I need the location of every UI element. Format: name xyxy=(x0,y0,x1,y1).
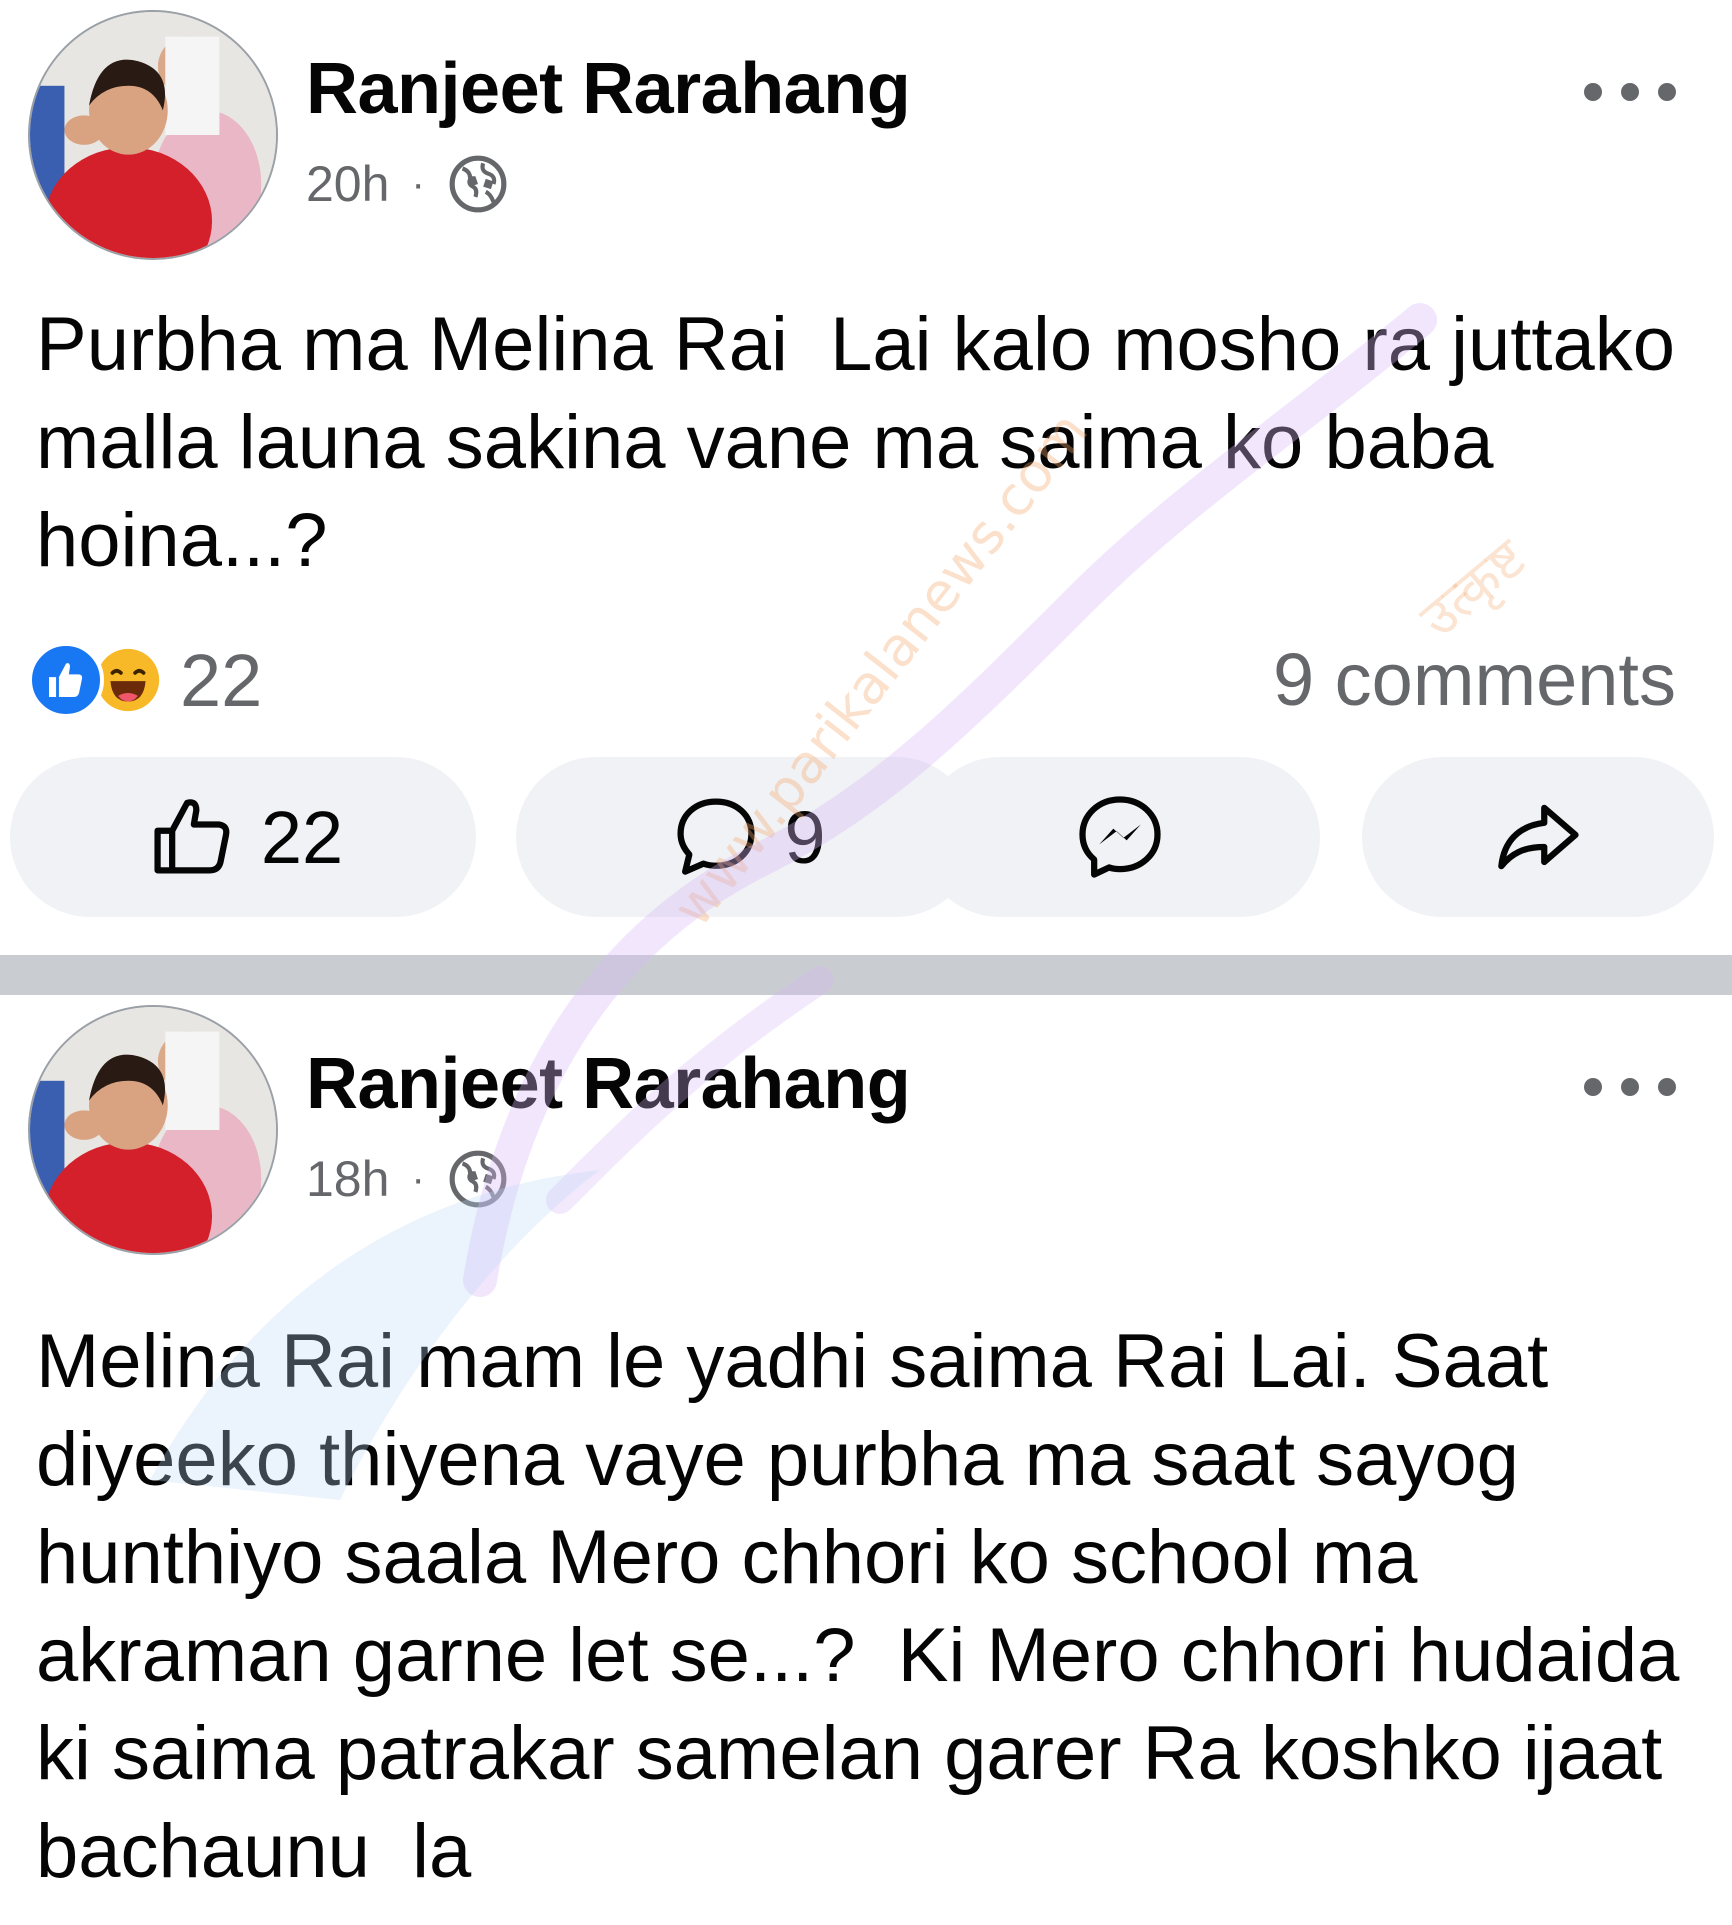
avatar-photo xyxy=(30,1007,276,1253)
thumbs-up-icon xyxy=(154,799,230,874)
avatar-photo xyxy=(30,12,276,258)
post-meta: 20h · xyxy=(306,152,509,216)
author-avatar[interactable] xyxy=(28,1005,278,1255)
like-button-count: 22 xyxy=(260,795,344,879)
messenger-icon xyxy=(1079,796,1161,878)
author-avatar[interactable] xyxy=(28,10,278,260)
post-card: Ranjeet Rarahang 20h · Purbha ma Melina … xyxy=(0,0,1732,955)
comments-count-link[interactable]: 9 comments xyxy=(1273,640,1676,720)
meta-separator: · xyxy=(411,161,425,206)
send-in-messenger-button[interactable] xyxy=(920,757,1320,917)
post-meta: 18h · xyxy=(306,1147,509,1211)
comment-button[interactable]: 9 xyxy=(516,757,976,917)
post-card: Ranjeet Rarahang 18h · Melina Rai mam le… xyxy=(0,995,1732,1920)
reactions-summary[interactable]: 22 xyxy=(28,638,263,722)
comment-button-count: 9 xyxy=(784,795,826,879)
post-text: Purbha ma Melina Rai Lai kalo mosho ra j… xyxy=(36,302,1697,583)
more-options-button[interactable] xyxy=(1584,1067,1676,1107)
comment-icon xyxy=(677,798,755,875)
share-button[interactable] xyxy=(1362,757,1714,917)
reaction-count: 22 xyxy=(180,638,263,722)
more-options-button[interactable] xyxy=(1584,72,1676,112)
author-name[interactable]: Ranjeet Rarahang xyxy=(306,1043,911,1125)
post-divider xyxy=(0,955,1732,995)
meta-separator: · xyxy=(411,1156,425,1201)
like-reaction-icon xyxy=(28,642,104,718)
author-name[interactable]: Ranjeet Rarahang xyxy=(306,48,911,130)
post-time[interactable]: 20h xyxy=(306,155,389,213)
post-text: Melina Rai mam le yadhi saima Rai Lai. S… xyxy=(36,1319,1701,1894)
globe-icon[interactable] xyxy=(447,1148,509,1210)
globe-icon[interactable] xyxy=(447,153,509,215)
like-button[interactable]: 22 xyxy=(10,757,476,917)
post-time[interactable]: 18h xyxy=(306,1150,389,1208)
share-arrow-icon xyxy=(1498,804,1579,870)
